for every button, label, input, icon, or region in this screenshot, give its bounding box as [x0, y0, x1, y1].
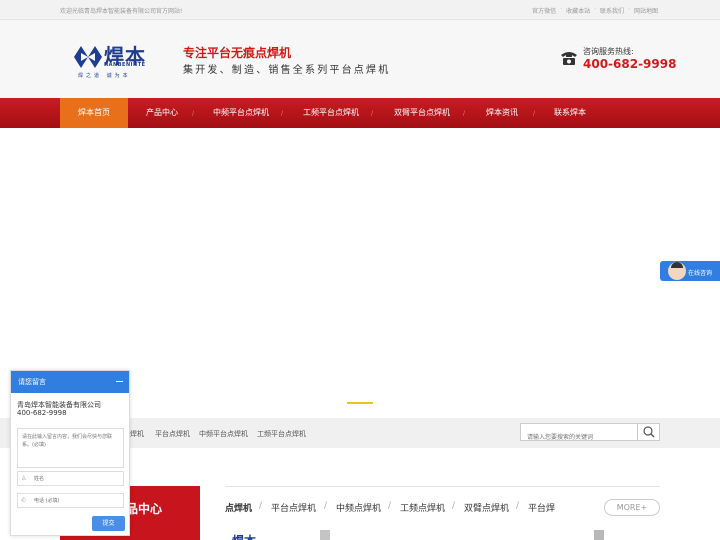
nav-item-contact[interactable]: 联系焊本	[536, 98, 604, 128]
product-tab[interactable]: 平台点焊机	[271, 501, 316, 514]
nav-separator: /	[371, 110, 374, 117]
submit-button[interactable]: 提交	[92, 516, 125, 531]
name-field: ♙	[17, 471, 124, 486]
logo-mark-icon	[74, 46, 102, 68]
message-widget-header[interactable]: 请您留言	[11, 371, 129, 393]
search-icon	[643, 426, 655, 438]
nav-separator: /	[533, 110, 536, 117]
nav-separator: /	[281, 110, 284, 117]
minimize-icon[interactable]	[116, 381, 123, 382]
search-box	[520, 423, 660, 446]
top-link-separator: ·	[594, 6, 597, 13]
keyword-link[interactable]: 工频平台点焊机	[257, 429, 306, 439]
logo-motto: 焊之道 诚为本	[78, 73, 131, 79]
product-tab[interactable]: 点焊机	[225, 501, 252, 514]
online-consult-label: 在线咨询	[688, 270, 713, 277]
message-widget-title: 请您留言	[18, 378, 46, 386]
tab-separator: /	[259, 501, 263, 511]
top-link-separator: ·	[628, 6, 630, 13]
message-widget: 请您留言 青岛焊本智能装备有限公司 400-682-9998 ♙ ✆ 提交	[10, 370, 130, 536]
product-thumbnail[interactable]	[320, 530, 330, 540]
top-link-wechat[interactable]: 官方微信	[532, 6, 556, 15]
top-links: 官方微信 · 收藏本站 · 联系我们 · 网站地图	[532, 6, 658, 15]
product-tab[interactable]: 工频点焊机	[400, 501, 445, 514]
nav-item-products[interactable]: 产品中心	[128, 98, 196, 128]
phone-small-icon: ✆	[21, 497, 27, 504]
top-link-sitemap[interactable]: 网站地图	[634, 6, 658, 15]
keyword-link[interactable]: 焊机	[130, 429, 144, 439]
product-thumb-brand[interactable]: 焊本	[232, 532, 256, 540]
nav-item-pf-platform[interactable]: 工频平台点焊机	[286, 98, 376, 128]
product-thumbnail[interactable]	[594, 530, 604, 540]
agent-avatar	[668, 262, 686, 280]
header-slogan-sub: 集开发、制造、销售全系列平台点焊机	[183, 65, 391, 76]
logo-brand-en: HANBENINTE	[104, 62, 146, 68]
search-button[interactable]	[637, 424, 659, 440]
site-logo[interactable]: 焊本 HANBENINTE 焊之道 诚为本	[74, 44, 154, 84]
main-nav: 焊本首页 产品中心 / 中频平台点焊机 / 工频平台点焊机 / 双臂平台点焊机 …	[0, 98, 720, 128]
keyword-link[interactable]: 中频平台点焊机	[199, 429, 248, 439]
hotline-label: 咨询服务热线:	[583, 47, 634, 56]
nav-item-mf-platform[interactable]: 中频平台点焊机	[196, 98, 286, 128]
more-button[interactable]: MORE+	[604, 499, 660, 516]
message-textarea[interactable]	[17, 428, 124, 468]
welcome-text: 欢迎光临青岛焊本智能装备有限公司官方网站!	[60, 8, 183, 15]
tab-separator: /	[516, 501, 520, 511]
user-icon: ♙	[21, 475, 27, 482]
keyword-link[interactable]: 平台点焊机	[155, 429, 190, 439]
tel-field: ✆	[17, 493, 124, 508]
top-bar: 欢迎光临青岛焊本智能装备有限公司官方网站! 官方微信 · 收藏本站 · 联系我们…	[0, 0, 720, 20]
online-consult-button[interactable]: 在线咨询	[660, 261, 720, 281]
nav-separator: /	[463, 110, 466, 117]
nav-item-dual-arm[interactable]: 双臂平台点焊机	[376, 98, 468, 128]
site-header: 焊本 HANBENINTE 焊之道 诚为本 专注平台无痕点焊机 集开发、制造、销…	[0, 20, 720, 98]
product-tab[interactable]: 平台焊	[528, 501, 555, 514]
header-slogan-main: 专注平台无痕点焊机	[183, 46, 292, 60]
hotline-number: 400-682-9998	[583, 57, 677, 71]
tab-separator: /	[452, 501, 456, 511]
product-center-title: 品中心	[126, 502, 163, 516]
nav-item-home[interactable]: 焊本首页	[60, 98, 128, 128]
product-tabs: 点焊机 / 平台点焊机 / 中频点焊机 / 工频点焊机 / 双臂点焊机 / 平台…	[225, 486, 660, 516]
tab-separator: /	[324, 501, 328, 511]
product-tab[interactable]: 中频点焊机	[336, 501, 381, 514]
chat-phone: 400-682-9998	[17, 409, 67, 417]
name-input[interactable]	[34, 474, 119, 484]
top-link-contact[interactable]: 联系我们	[600, 6, 624, 15]
tel-input[interactable]	[34, 496, 119, 506]
top-link-favorite[interactable]: 收藏本站	[566, 6, 590, 15]
nav-item-news[interactable]: 焊本资讯	[468, 98, 536, 128]
search-input[interactable]	[521, 429, 633, 446]
tab-separator: /	[388, 501, 392, 511]
top-link-separator: ·	[560, 6, 563, 13]
phone-icon	[561, 52, 577, 65]
product-tab[interactable]: 双臂点焊机	[464, 501, 509, 514]
banner-indicator-active[interactable]	[347, 402, 373, 404]
nav-separator: /	[192, 110, 195, 117]
